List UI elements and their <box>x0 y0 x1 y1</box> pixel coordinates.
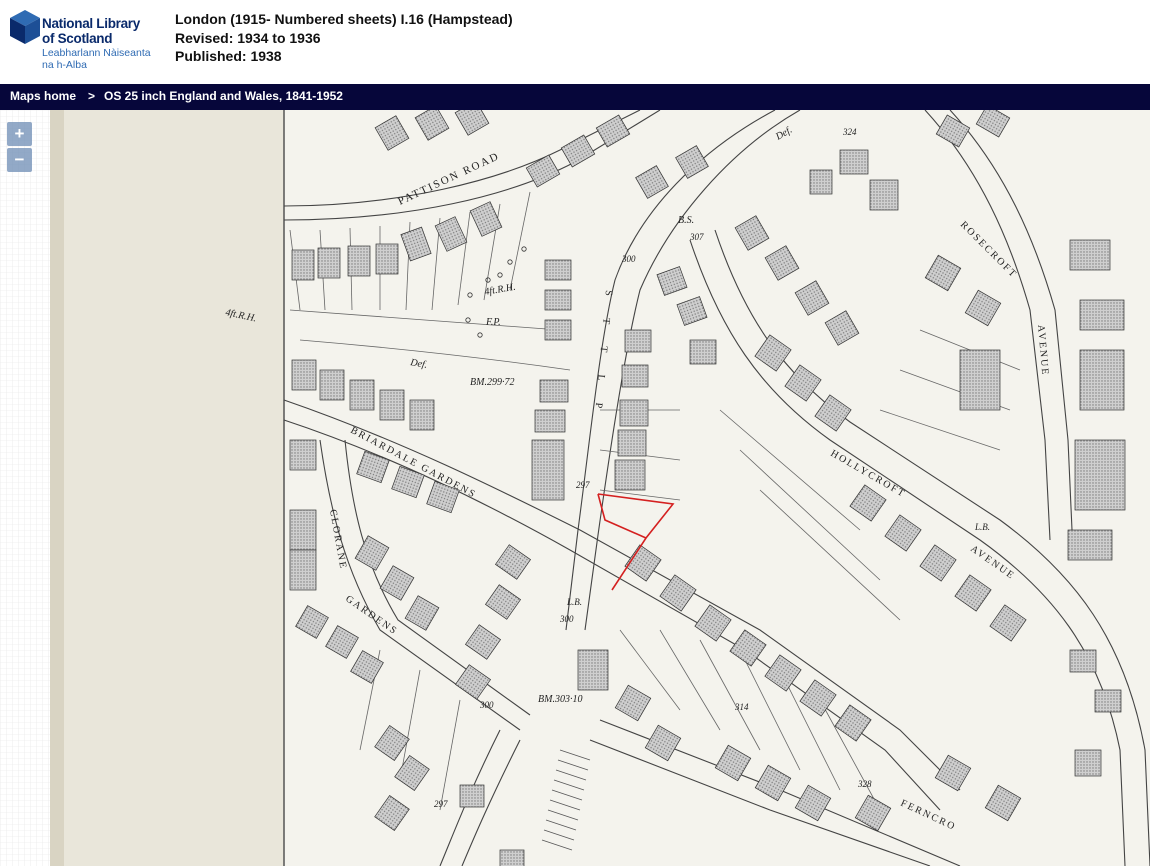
breadcrumb-home-link[interactable]: Maps home <box>10 89 76 103</box>
logo-line2: of Scotland <box>42 31 113 46</box>
label-bs: B.S. <box>678 215 694 226</box>
label-300b: 300 <box>559 614 574 624</box>
label-297b: 297 <box>434 799 448 809</box>
label-300c: 300 <box>479 700 494 710</box>
label-328: 328 <box>857 779 872 789</box>
map-grid-background <box>0 110 50 866</box>
logo-gaelic2: na h-Alba <box>42 59 87 71</box>
breadcrumb-separator: > <box>88 89 96 103</box>
label-297a: 297 <box>576 480 590 490</box>
breadcrumb: Maps home > OS 25 inch England and Wales… <box>0 84 1150 110</box>
label-fp: F.P. <box>485 317 501 328</box>
zoom-out-button[interactable]: − <box>7 148 32 172</box>
sheet-title: London (1915- Numbered sheets) I.16 (Ham… <box>175 11 513 27</box>
breadcrumb-series-link[interactable]: OS 25 inch England and Wales, 1841-1952 <box>104 89 343 103</box>
sheet-revised: Revised: 1934 to 1936 <box>175 29 321 46</box>
sheet-margin <box>50 110 284 866</box>
logo-gaelic1: Leabharlann Nàiseanta <box>42 47 151 59</box>
logo-line1: National Library <box>42 16 140 31</box>
label-314: 314 <box>734 702 749 712</box>
label-324: 324 <box>842 127 857 137</box>
nls-logo[interactable]: National Library of Scotland Leabharlann… <box>10 8 160 74</box>
label-bm2: BM.303·10 <box>538 694 582 705</box>
sheet-published: Published: 1938 <box>175 48 282 64</box>
zoom-in-button[interactable]: + <box>7 122 32 146</box>
header: National Library of Scotland Leabharlann… <box>0 0 1150 84</box>
map-canvas[interactable]: PATTISON ROAD BRIARDALE GARDENS CLORANE … <box>0 110 1150 866</box>
label-300a: 300 <box>621 254 636 264</box>
sheet-info: London (1915- Numbered sheets) I.16 (Ham… <box>175 10 513 66</box>
sheet-edge-shadow <box>50 110 64 866</box>
label-307: 307 <box>689 232 704 242</box>
label-bm1: BM.299·72 <box>470 377 514 388</box>
label-lb1: L.B. <box>974 522 990 532</box>
label-lb2: L.B. <box>566 597 582 607</box>
map-viewer[interactable]: PATTISON ROAD BRIARDALE GARDENS CLORANE … <box>0 110 1150 866</box>
nls-logo-icon <box>10 10 40 44</box>
